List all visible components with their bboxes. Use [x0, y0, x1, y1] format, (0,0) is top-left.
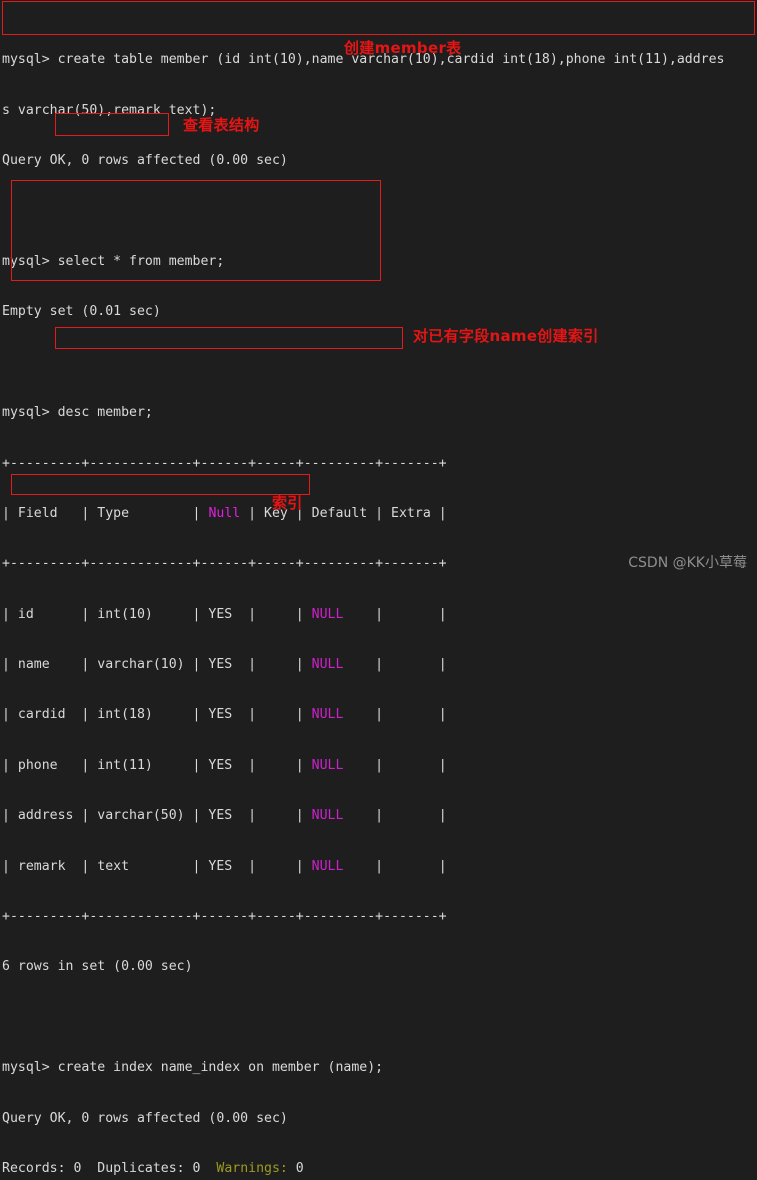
default-null-value: NULL [311, 657, 344, 673]
terminal-line-blank-1 [2, 204, 757, 221]
terminal-text: | | [343, 657, 447, 673]
terminal-text: | | [343, 808, 447, 824]
terminal-text: | cardid | int(18) | YES | | [2, 707, 312, 723]
terminal-line-blank-2 [2, 355, 757, 372]
terminal-text: Records: 0 Duplicates: 0 [2, 1160, 217, 1176]
table-row: | id | int(10) | YES | | NULL | | [2, 607, 757, 624]
terminal-text: +---------+-------------+------+-----+--… [2, 455, 447, 471]
warnings-label: Warnings: [216, 1160, 288, 1176]
terminal-window[interactable]: mysql> create table member (id int(10),n… [0, 0, 757, 1176]
default-null-value: NULL [311, 858, 344, 874]
terminal-text: | | [343, 858, 447, 874]
terminal-text: +---------+-------------+------+-----+--… [2, 556, 447, 572]
terminal-text: Empty set (0.01 sec) [2, 304, 161, 320]
annotation-view-table-structure: 查看表结构 [183, 116, 260, 134]
terminal-text: +---------+-------------+------+-----+--… [2, 909, 447, 925]
terminal-line-cmd-desc-1: mysql> desc member; [2, 405, 757, 422]
terminal-text: | phone | int(11) | YES | | [2, 757, 312, 773]
terminal-text: | | [343, 757, 447, 773]
annotation-create-index-on-name: 对已有字段name创建索引 [413, 327, 599, 345]
terminal-text: Query OK, 0 rows affected (0.00 sec) [2, 153, 288, 169]
default-null-value: NULL [311, 606, 344, 622]
table-row: | name | varchar(10) | YES | | NULL | | [2, 657, 757, 674]
terminal-text: mysql> create index name_index on member… [2, 1060, 384, 1076]
terminal-text: | id | int(10) | YES | | [2, 606, 312, 622]
terminal-text: 0 [287, 1160, 304, 1176]
terminal-line-query-ok-2: Query OK, 0 rows affected (0.00 sec) [2, 1111, 757, 1128]
default-null-value: NULL [311, 757, 344, 773]
highlight-box-name-row [11, 474, 310, 495]
highlight-box-create-index [55, 327, 403, 349]
terminal-line-records-duplicates-warnings: Records: 0 Duplicates: 0 Warnings: 0 [2, 1161, 757, 1178]
terminal-text: 6 rows in set (0.00 sec) [2, 959, 193, 975]
table-row: | phone | int(11) | YES | | NULL | | [2, 758, 757, 775]
annotation-index: 索引 [272, 494, 303, 512]
table-row: | remark | text | YES | | NULL | | [2, 859, 757, 876]
default-null-value: NULL [311, 707, 344, 723]
terminal-line-blank-3 [2, 1010, 757, 1027]
terminal-text: | name | varchar(10) | YES | | [2, 657, 312, 673]
terminal-line-table1-header: | Field | Type | Null | Key | Default | … [2, 506, 757, 523]
default-null-value: NULL [311, 808, 344, 824]
watermark: CSDN @KK小草莓 [628, 555, 747, 572]
terminal-text: | remark | text | YES | | [2, 858, 312, 874]
table-row: | address | varchar(50) | YES | | NULL |… [2, 808, 757, 825]
terminal-text: | | [343, 707, 447, 723]
terminal-text: mysql> desc member; [2, 405, 153, 421]
terminal-text: | address | varchar(50) | YES | | [2, 808, 312, 824]
terminal-line-rows-in-set-1: 6 rows in set (0.00 sec) [2, 959, 757, 976]
terminal-line-cmd-create-table-2: s varchar(50),remark text); [2, 103, 757, 120]
null-column-header: Null [208, 505, 241, 521]
highlight-box-create-table [2, 1, 755, 35]
terminal-text: Query OK, 0 rows affected (0.00 sec) [2, 1110, 288, 1126]
terminal-text: mysql> select * from member; [2, 253, 225, 269]
table-row: | cardid | int(18) | YES | | NULL | | [2, 707, 757, 724]
annotation-create-member-table: 创建member表 [344, 39, 462, 57]
terminal-line-table1-border-top: +---------+-------------+------+-----+--… [2, 456, 757, 473]
terminal-line-table1-border-bot: +---------+-------------+------+-----+--… [2, 909, 757, 926]
terminal-text: | | [343, 606, 447, 622]
terminal-line-cmd-select: mysql> select * from member; [2, 254, 757, 271]
terminal-text: | Field | Type | [2, 505, 209, 521]
terminal-line-cmd-create-index: mysql> create index name_index on member… [2, 1060, 757, 1077]
terminal-line-empty-set: Empty set (0.01 sec) [2, 304, 757, 321]
terminal-line-query-ok-1: Query OK, 0 rows affected (0.00 sec) [2, 153, 757, 170]
